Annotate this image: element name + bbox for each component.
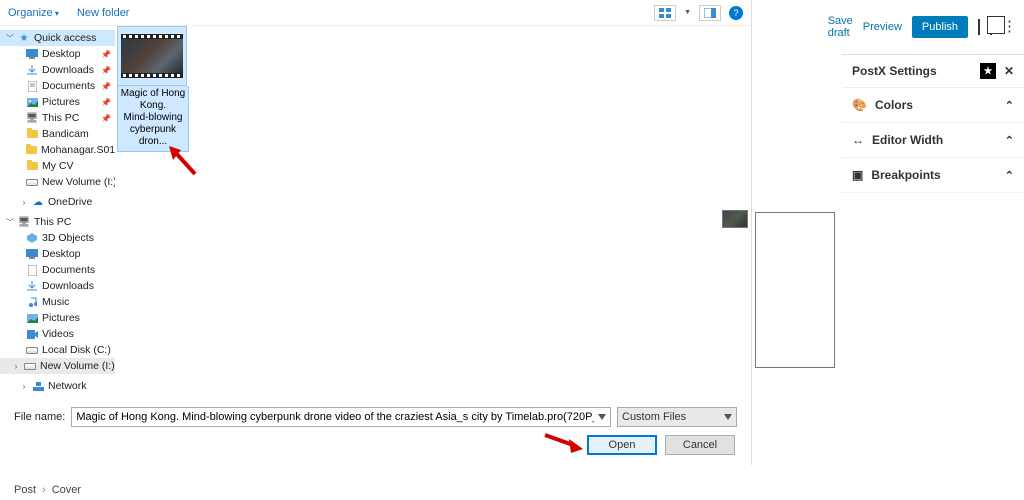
3d-icon	[26, 232, 38, 244]
nav-qa-newvol[interactable]: New Volume (I:)	[0, 174, 115, 190]
chevron-up-icon: ⌃	[1005, 134, 1014, 147]
nav-pc-newvol[interactable]: ›New Volume (I:)	[0, 358, 115, 374]
pictures-icon	[26, 96, 38, 108]
nav-pc-3d[interactable]: 3D Objects	[0, 230, 115, 246]
annotation-arrow	[543, 431, 583, 453]
open-button[interactable]: Open	[587, 435, 657, 455]
editor-right-panel: Save draft Preview Publish ⋮ PostX Setti…	[842, 0, 1024, 500]
downloads-icon	[26, 64, 38, 76]
view-dropdown-icon[interactable]: ▼	[684, 9, 691, 16]
cloud-icon: ☁	[32, 196, 44, 208]
new-folder-button[interactable]: New folder	[77, 7, 130, 19]
close-icon[interactable]: ✕	[1004, 64, 1014, 78]
downloads-icon	[26, 280, 38, 292]
dialog-bottom-bar: File name: Custom Files Open Cancel	[0, 399, 751, 465]
nav-pc-pictures[interactable]: Pictures	[0, 310, 115, 326]
documents-icon	[26, 80, 38, 92]
documents-icon	[26, 264, 38, 276]
pin-icon: 📌	[101, 82, 111, 91]
help-icon[interactable]: ?	[729, 6, 743, 20]
file-dialog: Organize New folder ▼ ? ﹀★Quick access D…	[0, 0, 752, 465]
desktop-icon	[26, 48, 38, 60]
network-icon	[32, 380, 44, 392]
file-type-filter[interactable]: Custom Files	[617, 407, 737, 427]
nav-pc-downloads[interactable]: Downloads	[0, 278, 115, 294]
pin-icon: 📌	[101, 66, 111, 75]
organize-menu[interactable]: Organize	[8, 7, 59, 19]
sidebar-toggle-icon[interactable]	[978, 19, 980, 35]
filename-label: File name:	[14, 411, 65, 423]
chevron-up-icon: ⌃	[1005, 99, 1014, 112]
nav-qa-thispc[interactable]: 🖥This PC📌	[0, 110, 115, 126]
nav-qa-pictures[interactable]: Pictures📌	[0, 94, 115, 110]
nav-qa-mohanagar[interactable]: Mohanagar.S01.108	[0, 142, 115, 158]
annotation-arrow	[165, 146, 201, 176]
cancel-button[interactable]: Cancel	[665, 435, 735, 455]
file-name-label: Magic of Hong Kong. Mind-blowing cyberpu…	[117, 86, 189, 152]
preview-pane-button[interactable]	[699, 5, 721, 21]
editor-drop-zone[interactable]	[755, 212, 835, 368]
pictures-icon	[26, 312, 38, 324]
block-breadcrumb: Post › Cover	[14, 484, 81, 496]
nav-onedrive[interactable]: ›☁OneDrive	[0, 194, 115, 210]
videos-icon	[26, 328, 38, 340]
drive-icon	[26, 347, 38, 354]
video-thumbnail	[121, 34, 183, 78]
filename-input[interactable]	[71, 407, 611, 427]
palette-icon: 🎨	[852, 98, 867, 112]
desktop-icon	[26, 248, 38, 260]
folder-icon	[27, 130, 38, 138]
nav-thispc[interactable]: ﹀🖥This PC	[0, 214, 115, 230]
nav-qa-downloads[interactable]: Downloads📌	[0, 62, 115, 78]
nav-qa-desktop[interactable]: Desktop📌	[0, 46, 115, 62]
folder-icon	[26, 146, 37, 154]
nav-pc-desktop[interactable]: Desktop	[0, 246, 115, 262]
drag-preview-thumbnail	[722, 210, 748, 228]
music-icon	[26, 296, 38, 308]
width-icon: ↔	[852, 133, 864, 147]
folder-icon	[27, 162, 38, 170]
breakpoints-icon: ▣	[852, 168, 863, 182]
acc-colors[interactable]: 🎨Colors ⌃	[842, 88, 1024, 123]
nav-pc-localdisk[interactable]: Local Disk (C:)	[0, 342, 115, 358]
pc-icon: 🖥	[18, 216, 30, 228]
nav-qa-bandicam[interactable]: Bandicam	[0, 126, 115, 142]
block-settings-icon[interactable]	[990, 19, 992, 35]
chevron-up-icon: ⌃	[1005, 169, 1014, 182]
crumb-cover[interactable]: Cover	[52, 484, 81, 496]
dialog-toolbar: Organize New folder ▼ ?	[0, 0, 751, 26]
nav-qa-documents[interactable]: Documents📌	[0, 78, 115, 94]
nav-pc-videos[interactable]: Videos	[0, 326, 115, 342]
postx-settings-header: PostX Settings ★ ✕	[842, 55, 1024, 88]
publish-button[interactable]: Publish	[912, 16, 968, 38]
nav-network[interactable]: ›Network	[0, 378, 115, 394]
nav-pc-music[interactable]: Music	[0, 294, 115, 310]
file-item-selected[interactable]: Magic of Hong Kong. Mind-blowing cyberpu…	[117, 26, 189, 152]
acc-breakpoints[interactable]: ▣Breakpoints ⌃	[842, 158, 1024, 193]
file-list[interactable]: Magic of Hong Kong. Mind-blowing cyberpu…	[115, 26, 751, 398]
preview-link[interactable]: Preview	[863, 21, 902, 33]
crumb-post[interactable]: Post	[14, 484, 36, 496]
pin-icon: 📌	[101, 114, 111, 123]
pc-icon: 🖥	[26, 112, 38, 124]
nav-pc-documents[interactable]: Documents	[0, 262, 115, 278]
nav-quick-access[interactable]: ﹀★Quick access	[0, 30, 115, 46]
drive-icon	[26, 179, 38, 186]
acc-editor-width[interactable]: ↔Editor Width ⌃	[842, 123, 1024, 158]
chevron-right-icon: ›	[42, 484, 46, 496]
star-icon: ★	[18, 32, 30, 44]
save-draft-link[interactable]: Save draft	[828, 15, 853, 39]
pin-icon: 📌	[101, 98, 111, 107]
nav-qa-mycv[interactable]: My CV	[0, 158, 115, 174]
editor-top-bar: Save draft Preview Publish ⋮	[842, 0, 1024, 55]
nav-tree: ﹀★Quick access Desktop📌 Downloads📌 Docum…	[0, 26, 115, 398]
view-mode-button[interactable]	[654, 5, 676, 21]
star-icon[interactable]: ★	[980, 63, 996, 79]
pin-icon: 📌	[101, 50, 111, 59]
drive-icon	[24, 363, 36, 370]
